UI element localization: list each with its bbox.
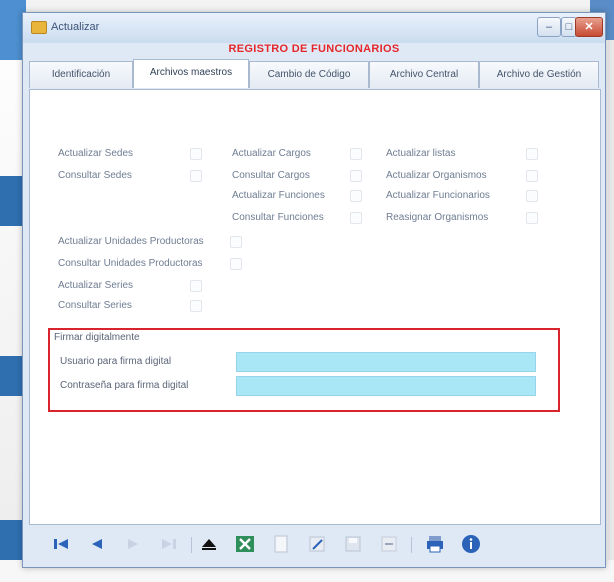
signature-user-input[interactable] bbox=[236, 352, 536, 372]
close-icon: ✕ bbox=[584, 21, 594, 33]
previous-record-button[interactable] bbox=[85, 533, 109, 555]
window-titlebar[interactable]: Actualizar – □ ✕ bbox=[23, 13, 605, 43]
close-button[interactable]: ✕ bbox=[575, 17, 603, 37]
tab-identificacion[interactable]: Identificación bbox=[29, 61, 133, 88]
permission-label: Consultar Series bbox=[58, 300, 132, 311]
record-toolbar bbox=[29, 525, 599, 561]
tab-cambio-de-codigo[interactable]: Cambio de Código bbox=[249, 61, 369, 88]
desktop-background bbox=[0, 0, 24, 582]
next-record-icon bbox=[128, 539, 138, 549]
permission-checkbox[interactable] bbox=[526, 148, 538, 160]
form-title: REGISTRO DE FUNCIONARIOS bbox=[228, 43, 400, 55]
first-record-icon bbox=[54, 539, 68, 549]
permission-label: Actualizar listas bbox=[386, 148, 456, 159]
permission-label: Actualizar Sedes bbox=[58, 148, 134, 159]
first-record-button[interactable] bbox=[49, 533, 73, 555]
excel-button[interactable] bbox=[233, 533, 257, 555]
desktop-icon-strip bbox=[0, 176, 22, 226]
permission-label: Actualizar Cargos bbox=[232, 148, 311, 159]
new-document-button[interactable] bbox=[269, 533, 293, 555]
help-icon bbox=[462, 535, 480, 553]
delete-icon bbox=[381, 536, 397, 552]
edit-button[interactable] bbox=[305, 533, 329, 555]
last-record-button[interactable] bbox=[157, 533, 181, 555]
permission-checkbox[interactable] bbox=[190, 170, 202, 182]
next-record-button[interactable] bbox=[121, 533, 145, 555]
permission-checkbox[interactable] bbox=[526, 212, 538, 224]
permission-checkbox[interactable] bbox=[526, 170, 538, 182]
permission-label: Consultar Cargos bbox=[232, 170, 310, 181]
permission-label: Consultar Funciones bbox=[232, 212, 324, 223]
permission-label: Actualizar Funcionarios bbox=[386, 190, 490, 201]
permission-label: Actualizar Series bbox=[58, 280, 134, 291]
desktop-icon-strip bbox=[0, 356, 22, 396]
minimize-button[interactable]: – bbox=[537, 17, 561, 37]
tab-bar: Identificación Archivos maestros Cambio … bbox=[29, 59, 599, 89]
permission-checkbox[interactable] bbox=[230, 236, 242, 248]
folder-icon bbox=[31, 21, 47, 34]
permission-checkbox[interactable] bbox=[350, 148, 362, 160]
tab-archivos-maestros[interactable]: Archivos maestros bbox=[133, 59, 249, 88]
toolbar-separator bbox=[191, 537, 192, 553]
eject-button[interactable] bbox=[197, 533, 221, 555]
permission-checkbox[interactable] bbox=[230, 258, 242, 270]
permission-checkbox[interactable] bbox=[526, 190, 538, 202]
update-window: Actualizar – □ ✕ REGISTRO DE FUNCIONARIO… bbox=[22, 12, 606, 568]
excel-icon bbox=[236, 536, 254, 552]
permission-label: Consultar Sedes bbox=[58, 170, 132, 181]
save-button[interactable] bbox=[341, 533, 365, 555]
permission-label: Consultar Unidades Productoras bbox=[58, 258, 203, 269]
digital-signature-section: Firmar digitalmente Usuario para firma d… bbox=[48, 328, 560, 412]
new-document-icon bbox=[274, 535, 288, 553]
signature-user-label: Usuario para firma digital bbox=[60, 356, 172, 367]
permission-checkbox[interactable] bbox=[350, 212, 362, 224]
permission-label: Actualizar Unidades Productoras bbox=[58, 236, 204, 247]
permission-label: Actualizar Funciones bbox=[232, 190, 325, 201]
permissions-panel: Actualizar Sedes Consultar Sedes Actuali… bbox=[29, 89, 601, 525]
help-button[interactable] bbox=[459, 533, 483, 555]
toolbar-separator bbox=[411, 537, 412, 553]
permission-checkbox[interactable] bbox=[190, 148, 202, 160]
save-icon bbox=[345, 536, 361, 552]
permission-checkbox[interactable] bbox=[350, 170, 362, 182]
permission-checkbox[interactable] bbox=[350, 190, 362, 202]
permission-checkbox[interactable] bbox=[190, 300, 202, 312]
edit-icon bbox=[309, 536, 325, 552]
eject-icon bbox=[202, 539, 216, 550]
permission-label: Actualizar Organismos bbox=[386, 170, 487, 181]
tab-archivo-de-gestion[interactable]: Archivo de Gestión bbox=[479, 61, 599, 88]
window-title: Actualizar bbox=[51, 21, 100, 33]
desktop-right-edge bbox=[608, 40, 614, 582]
previous-record-icon bbox=[92, 539, 102, 549]
print-icon bbox=[427, 536, 443, 553]
maximize-icon: □ bbox=[565, 21, 573, 33]
desktop-icon-strip bbox=[0, 520, 22, 560]
digital-signature-heading: Firmar digitalmente bbox=[54, 332, 140, 343]
minimize-icon: – bbox=[545, 21, 553, 33]
delete-button[interactable] bbox=[377, 533, 401, 555]
permission-checkbox[interactable] bbox=[190, 280, 202, 292]
permission-label: Reasignar Organismos bbox=[386, 212, 489, 223]
print-button[interactable] bbox=[423, 533, 447, 555]
signature-password-label: Contraseña para firma digital bbox=[60, 380, 189, 391]
last-record-icon bbox=[162, 539, 176, 549]
signature-password-input[interactable] bbox=[236, 376, 536, 396]
tab-archivo-central[interactable]: Archivo Central bbox=[369, 61, 479, 88]
